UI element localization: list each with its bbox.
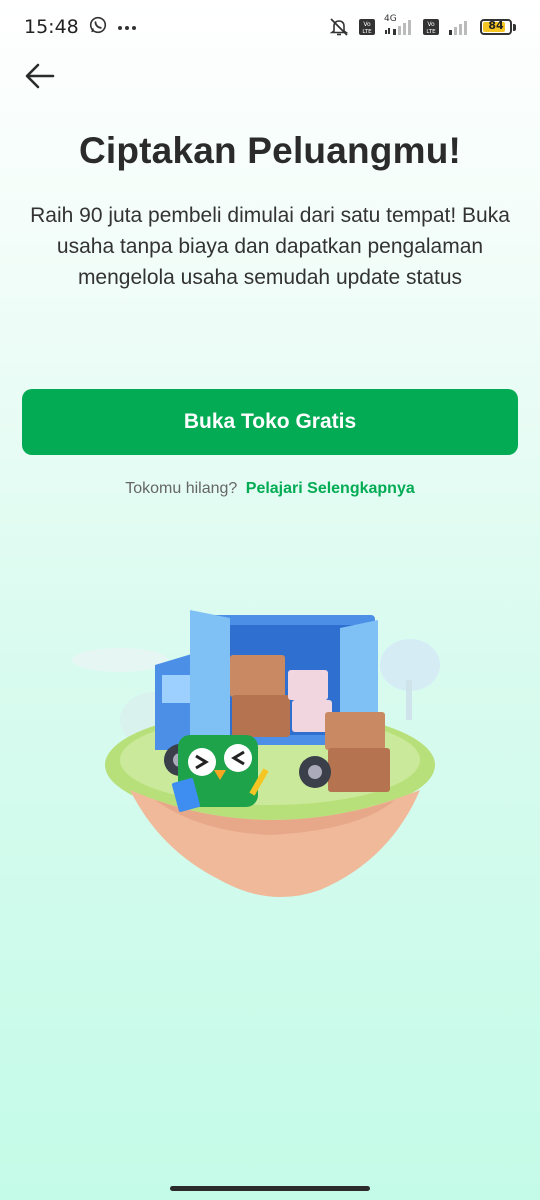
back-button[interactable] — [18, 56, 62, 96]
help-line: Tokomu hilang? Pelajari Selengkapnya — [0, 480, 540, 498]
battery-icon: 84 — [480, 19, 516, 35]
volte-badge-1: Vo LTE — [358, 18, 376, 36]
battery-level: 84 — [488, 19, 504, 32]
signal-icon-2 — [448, 18, 472, 36]
signal-icon: 4G — [384, 14, 414, 36]
open-shop-button[interactable]: Buka Toko Gratis — [22, 389, 518, 455]
svg-text:LTE: LTE — [362, 29, 372, 35]
status-right: Vo LTE 4G Vo LTE 84 — [328, 14, 516, 37]
status-left: 15:48 — [24, 16, 137, 39]
mute-icon — [328, 17, 350, 37]
svg-text:LTE: LTE — [426, 29, 436, 35]
learn-more-link[interactable]: Pelajari Selengkapnya — [246, 480, 415, 497]
network-type: 4G — [384, 14, 397, 24]
svg-text:Vo: Vo — [363, 21, 371, 28]
more-dots-icon — [117, 18, 137, 36]
status-bar: 15:48 Vo LTE 4G Vo LTE 84 — [0, 0, 540, 54]
truck-illustration — [72, 610, 440, 898]
arrow-left-icon — [25, 63, 55, 89]
page-description: Raih 90 juta pembeli dimulai dari satu t… — [30, 204, 510, 289]
help-text: Tokomu hilang? — [125, 480, 238, 497]
whatsapp-icon — [89, 16, 107, 39]
status-time: 15:48 — [24, 16, 79, 38]
home-indicator[interactable] — [170, 1186, 370, 1191]
svg-text:Vo: Vo — [427, 21, 435, 28]
volte-badge-2: Vo LTE — [422, 18, 440, 36]
page-title: Ciptakan Peluangmu! — [78, 130, 462, 171]
